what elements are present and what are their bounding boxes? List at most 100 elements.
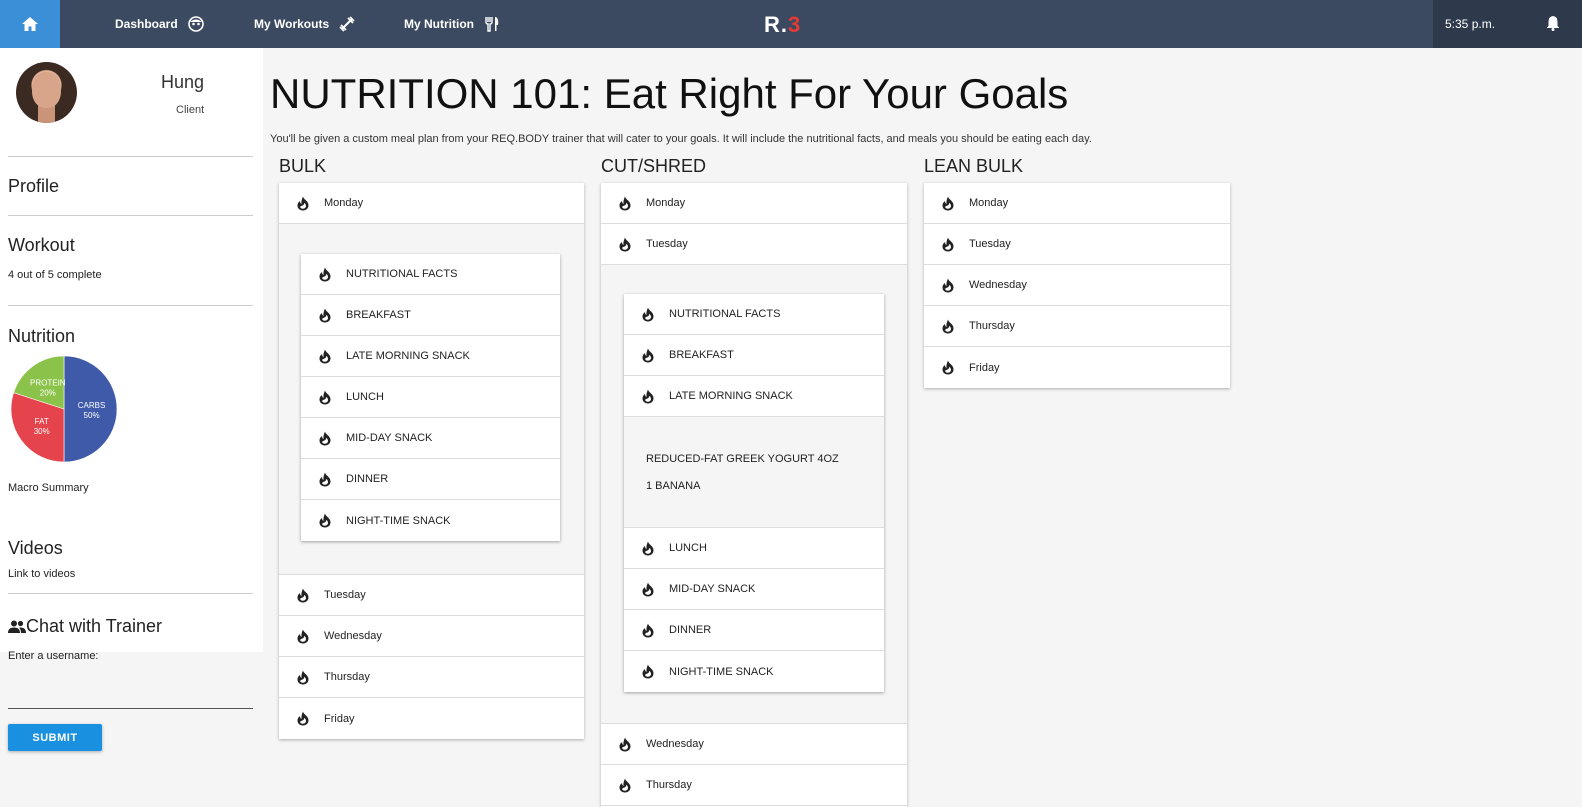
meal-row-late-morning-snack[interactable]: LATE MORNING SNACK (624, 376, 884, 417)
flame-icon (638, 539, 658, 557)
meal-label: LATE MORNING SNACK (346, 350, 470, 362)
day-row-monday[interactable]: Monday (279, 183, 584, 224)
meal-row-nutritional-facts[interactable]: NUTRITIONAL FACTS (301, 254, 560, 295)
day-label: Wednesday (324, 630, 382, 642)
day-row-thursday[interactable]: Thursday (601, 765, 907, 806)
meal-row-breakfast[interactable]: BREAKFAST (624, 335, 884, 376)
day-label: Friday (324, 712, 355, 725)
meal-list: NUTRITIONAL FACTS BREAKFAST LATE MORNING… (301, 254, 560, 541)
meal-row-mid-day-snack[interactable]: MID-DAY SNACK (301, 418, 560, 459)
meal-label: DINNER (346, 473, 389, 485)
meal-list: NUTRITIONAL FACTS BREAKFAST LATE MORNING… (624, 294, 884, 692)
meal-row-lunch[interactable]: LUNCH (301, 377, 560, 418)
divider (8, 215, 253, 216)
day-row-tuesday[interactable]: Tuesday (279, 575, 584, 616)
meal-item: 1 BANANA (646, 480, 701, 492)
meal-row-nutritional-facts[interactable]: NUTRITIONAL FACTS (624, 294, 884, 335)
flame-icon (938, 194, 958, 212)
flame-icon (293, 710, 313, 728)
avatar[interactable] (16, 62, 77, 123)
profile-link[interactable]: Profile (8, 176, 59, 197)
top-navbar: Dashboard My Workouts My Nutrition R.3 5… (0, 0, 1582, 48)
flame-icon (315, 429, 335, 447)
cut-shred-panel: Monday Tuesday NUTRITIONAL FACTS BREAKFA… (601, 183, 907, 807)
clock-area: 5:35 p.m. (1433, 0, 1582, 48)
flame-icon (315, 347, 335, 365)
pie-label-carbs: CARBS (78, 401, 106, 410)
flame-icon (293, 586, 313, 604)
meal-row-night-time-snack[interactable]: NIGHT-TIME SNACK (624, 651, 884, 692)
logo-main-text: R. (764, 12, 788, 37)
meal-row-mid-day-snack[interactable]: MID-DAY SNACK (624, 569, 884, 610)
flame-icon (293, 668, 313, 686)
nav-dashboard[interactable]: Dashboard (115, 0, 204, 48)
meal-row-dinner[interactable]: DINNER (301, 459, 560, 500)
flame-icon (638, 663, 658, 681)
meal-label: NIGHT-TIME SNACK (669, 665, 774, 678)
day-label: Thursday (646, 779, 692, 791)
meal-row-late-morning-snack[interactable]: LATE MORNING SNACK (301, 336, 560, 377)
flame-icon (315, 388, 335, 406)
videos-heading[interactable]: Videos (8, 538, 63, 559)
flame-icon (638, 580, 658, 598)
clock-time: 5:35 p.m. (1445, 17, 1496, 31)
pie-label-fat: FAT (35, 417, 49, 426)
flame-icon (938, 359, 958, 377)
column-title-lean-bulk: LEAN BULK (924, 156, 1024, 176)
day-row-wednesday[interactable]: Wednesday (601, 724, 907, 765)
nutrition-heading[interactable]: Nutrition (8, 326, 75, 347)
flame-icon (615, 735, 635, 753)
logo-accent-text: 3 (788, 12, 802, 37)
app-logo[interactable]: R.3 (764, 12, 801, 38)
workout-progress: 4 out of 5 complete (8, 269, 102, 281)
day-row-thursday[interactable]: Thursday (924, 306, 1230, 347)
meal-label: LUNCH (346, 391, 384, 403)
meal-row-lunch[interactable]: LUNCH (624, 528, 884, 569)
late-morning-snack-details: REDUCED-FAT GREEK YOGURT 4OZ 1 BANANA (624, 417, 884, 528)
day-row-tuesday[interactable]: Tuesday (601, 224, 907, 265)
day-label: Monday (969, 197, 1009, 209)
bell-icon[interactable] (1546, 15, 1560, 31)
meal-label: DINNER (669, 624, 712, 636)
meal-item: REDUCED-FAT GREEK YOGURT 4OZ (646, 453, 839, 465)
flame-icon (938, 276, 958, 294)
meal-label: BREAKFAST (669, 349, 734, 361)
flame-icon (315, 265, 335, 283)
day-row-wednesday[interactable]: Wednesday (924, 265, 1230, 306)
day-label: Wednesday (969, 279, 1027, 291)
workout-heading[interactable]: Workout (8, 235, 75, 256)
day-row-monday[interactable]: Monday (924, 183, 1230, 224)
home-button[interactable] (0, 0, 60, 48)
day-row-friday[interactable]: Friday (924, 347, 1230, 388)
meal-row-breakfast[interactable]: BREAKFAST (301, 295, 560, 336)
divider (8, 156, 253, 157)
column-title-cut-shred: CUT/SHRED (601, 156, 707, 176)
meal-row-night-time-snack[interactable]: NIGHT-TIME SNACK (301, 500, 560, 541)
day-label: Tuesday (324, 589, 366, 601)
nav-my-workouts[interactable]: My Workouts (254, 0, 355, 48)
day-label: Thursday (969, 320, 1015, 332)
chat-heading: Chat with Trainer (8, 616, 162, 637)
day-row-thursday[interactable]: Thursday (279, 657, 584, 698)
lean-bulk-panel: Monday Tuesday Wednesday Thursday Friday (924, 183, 1230, 388)
day-row-friday[interactable]: Friday (279, 698, 584, 739)
home-icon (22, 17, 38, 31)
day-label: Tuesday (646, 238, 688, 250)
day-tuesday-content: NUTRITIONAL FACTS BREAKFAST LATE MORNING… (601, 265, 907, 724)
day-row-tuesday[interactable]: Tuesday (924, 224, 1230, 265)
nav-my-workouts-label: My Workouts (254, 17, 330, 31)
submit-button[interactable]: SUBMIT (8, 724, 102, 751)
day-row-monday[interactable]: Monday (601, 183, 907, 224)
flame-icon (938, 235, 958, 253)
nav-dashboard-label: Dashboard (115, 17, 178, 31)
videos-link[interactable]: Link to videos (8, 568, 75, 580)
day-monday-content: NUTRITIONAL FACTS BREAKFAST LATE MORNING… (279, 224, 584, 575)
dumbbell-icon (339, 16, 355, 32)
day-label: Thursday (324, 671, 370, 683)
day-row-wednesday[interactable]: Wednesday (279, 616, 584, 657)
column-title-bulk: BULK (279, 156, 327, 176)
flame-icon (293, 194, 313, 212)
chat-username-input[interactable] (8, 683, 253, 709)
nav-my-nutrition[interactable]: My Nutrition (404, 0, 500, 48)
meal-row-dinner[interactable]: DINNER (624, 610, 884, 651)
